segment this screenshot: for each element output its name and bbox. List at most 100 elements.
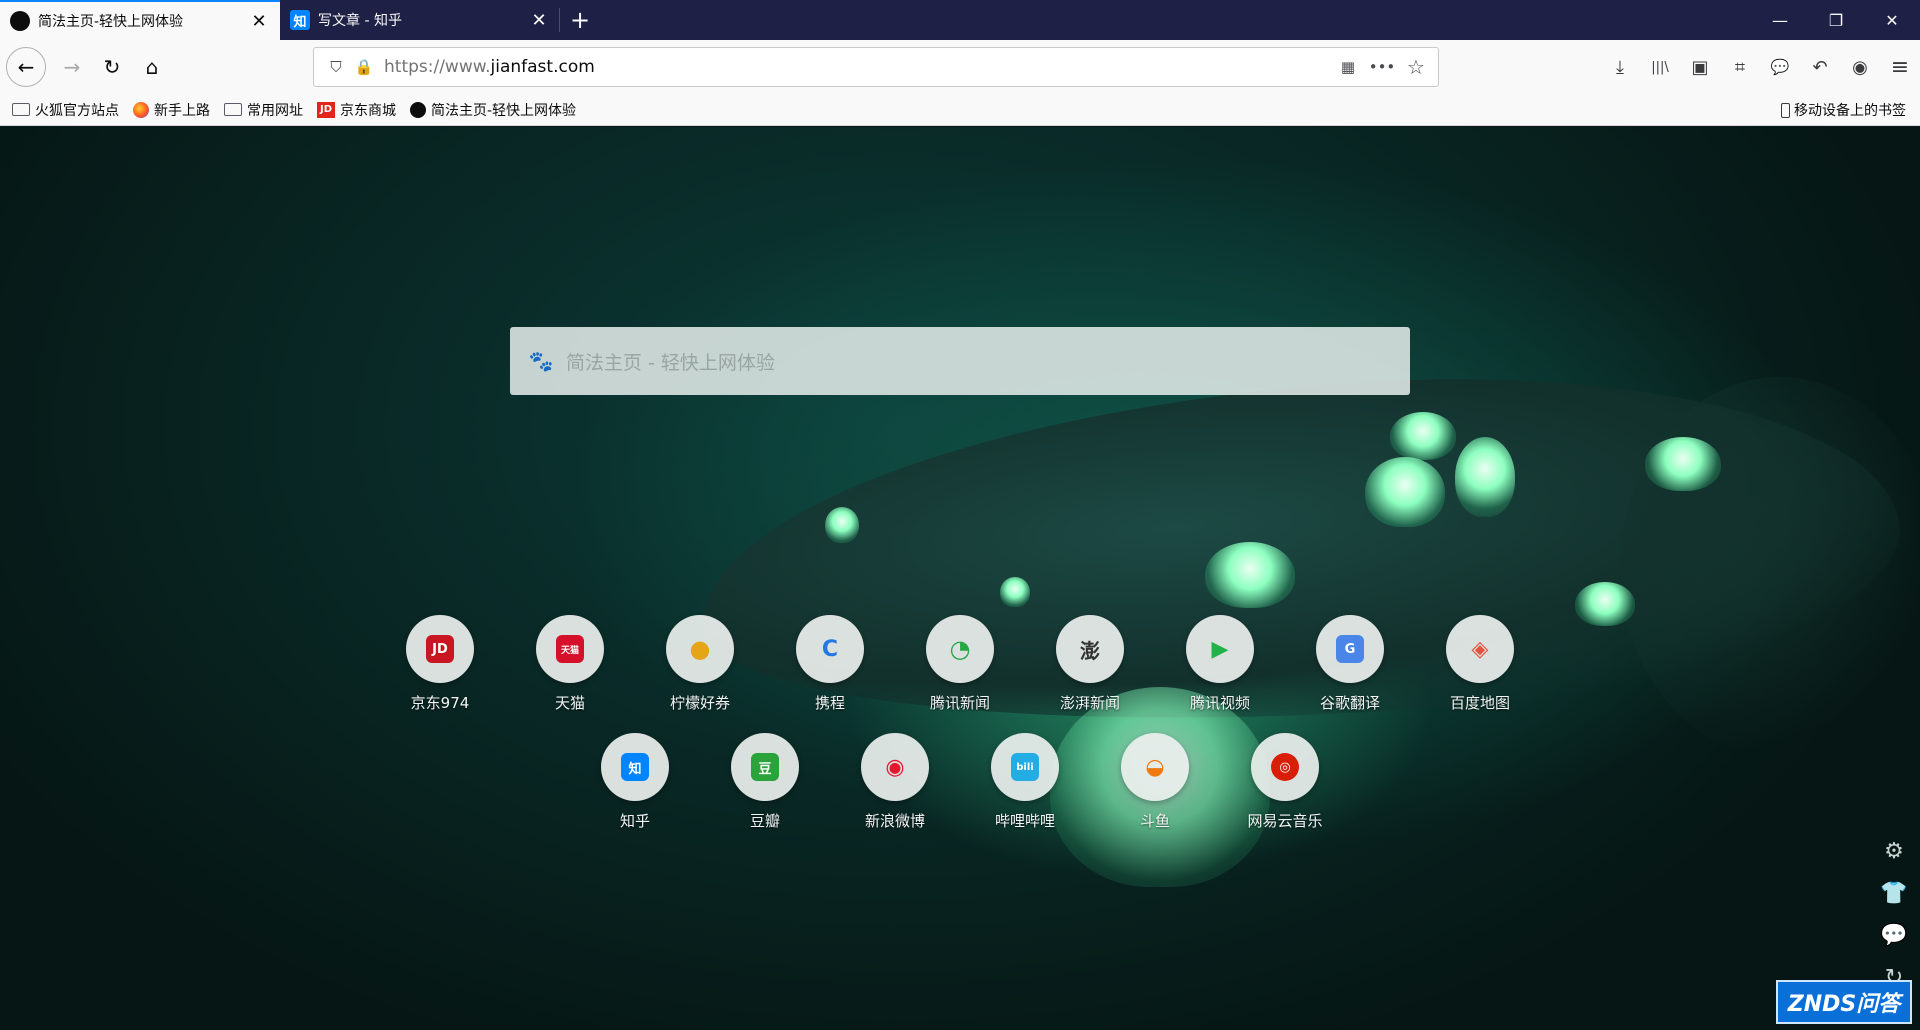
quicklink-baidu-map[interactable]: ◈ 百度地图 [1425,615,1535,713]
search-box[interactable]: 🐾 简法主页 - 轻快上网体验 [510,327,1410,395]
quicklink-label: 豆瓣 [749,812,780,830]
quicklink-qq-video[interactable]: ▶ 腾讯视频 [1165,615,1275,713]
thepaper-icon: 澎 [1080,638,1100,663]
quicklink-netease-music[interactable]: ◎ 网易云音乐 [1230,733,1340,831]
bookmark-star-icon[interactable]: ☆ [1402,53,1430,81]
page-actions-icon[interactable]: ••• [1362,53,1402,81]
quicklink-ningmeng[interactable]: ● 柠檬好券 [645,615,755,713]
bookmark-item[interactable]: 简法主页-轻快上网体验 [410,100,576,120]
tencent-video-icon: ▶ [1211,636,1229,662]
quicklink-circle: ◎ [1251,733,1319,801]
quicklink-circle: ◔ [926,615,994,683]
netease-music-icon: ◎ [1271,753,1299,781]
tencent-news-icon: ◔ [949,635,971,663]
close-icon[interactable]: ✕ [248,10,270,32]
mobile-bookmarks-label: 移动设备上的书签 [1794,103,1906,119]
tab-jianfa[interactable]: 简法主页-轻快上网体验 ✕ [0,0,280,40]
tmall-icon: 天猫 [556,635,584,663]
quicklink-circle: ◈ [1446,615,1514,683]
lemon-icon: ● [689,635,711,663]
page-content: 🐾 简法主页 - 轻快上网体验 JD 京东974 天猫 天猫 ● 柠檬好券 C … [0,127,1920,1030]
tab-zhihu[interactable]: 知 写文章 - 知乎 ✕ [280,0,560,40]
quicklink-label: 携程 [814,694,845,712]
jellyfish-decoration [1390,412,1456,460]
account-icon[interactable]: ◉ [1840,47,1880,87]
zhihu-icon: 知 [290,10,310,30]
bookmark-item[interactable]: 常用网址 [224,100,303,120]
new-tab-button[interactable]: + [560,0,600,40]
screenshot-icon[interactable]: ⌗ [1720,47,1760,87]
sidebar-icon[interactable]: ▣ [1680,47,1720,87]
quicklink-thepaper[interactable]: 澎 澎湃新闻 [1035,615,1145,713]
skin-icon[interactable]: 👕 [1880,879,1908,907]
bookmark-item[interactable]: JD 京东商城 [317,100,396,120]
tab-title: 简法主页-轻快上网体验 [38,14,184,30]
url-domain: jianfast.com [490,57,595,77]
chat-icon[interactable]: 💬 [1760,47,1800,87]
download-icon[interactable]: ⤓ [1600,47,1640,87]
quicklink-douban[interactable]: 豆 豆瓣 [710,733,820,831]
bookmark-item[interactable]: 火狐官方站点 [12,100,119,120]
library-icon[interactable]: |||\ [1640,47,1680,87]
jd-icon: JD [317,101,335,118]
quicklink-circle: ● [666,615,734,683]
quicklink-jd[interactable]: JD 京东974 [385,615,495,713]
quicklink-label: 新浪微博 [864,812,925,830]
address-bar[interactable]: ⛉ 🔒 https://www.jianfast.com ▦ ••• ☆ [313,47,1439,87]
reload-button[interactable]: ↻ [92,47,132,87]
paw-icon: 🐾 [528,349,554,373]
quicklink-circle: ▶ [1186,615,1254,683]
quicklink-circle: ◒ [1121,733,1189,801]
quicklink-label: 京东974 [410,694,470,712]
tab-strip: 简法主页-轻快上网体验 ✕ 知 写文章 - 知乎 ✕ + — ❐ ✕ [0,0,1920,40]
google-translate-icon: G [1336,635,1364,663]
bookmark-label: 新手上路 [154,102,210,119]
jianfa-icon [410,101,426,118]
quicklink-circle: C [796,615,864,683]
minimize-button[interactable]: — [1752,0,1808,40]
zhihu-icon: 知 [621,753,649,781]
url-prefix: https://www. [384,57,491,77]
tab-title: 写文章 - 知乎 [318,13,402,29]
quicklink-google-translate[interactable]: G 谷歌翻译 [1295,615,1405,713]
quicklink-label: 天猫 [554,694,585,712]
mobile-bookmarks[interactable]: 移动设备上的书签 [1781,100,1906,120]
undo-icon[interactable]: ↶ [1800,47,1840,87]
quicklink-ctrip[interactable]: C 携程 [775,615,885,713]
quicklink-label: 网易云音乐 [1247,812,1323,830]
mobile-device-icon [1781,102,1790,118]
shield-icon[interactable]: ⛉ [322,53,350,81]
quicklink-tmall[interactable]: 天猫 天猫 [515,615,625,713]
quicklink-circle: 天猫 [536,615,604,683]
baidu-map-icon: ◈ [1471,636,1489,662]
url-text[interactable]: https://www.jianfast.com [378,57,1334,77]
quicklink-label: 哔哩哔哩 [994,812,1055,830]
quicklink-label: 斗鱼 [1139,812,1170,830]
bookmark-item[interactable]: 新手上路 [133,100,210,120]
quicklink-circle: ◉ [861,733,929,801]
quicklink-circle: 知 [601,733,669,801]
forward-button[interactable]: → [52,47,92,87]
restore-button[interactable]: ❐ [1808,0,1864,40]
close-icon[interactable]: ✕ [528,9,550,31]
folder-icon [12,103,30,116]
quicklink-douyu[interactable]: ◒ 斗鱼 [1100,733,1210,831]
lock-icon[interactable]: 🔒 [350,53,378,81]
quicklink-bilibili[interactable]: bili 哔哩哔哩 [970,733,1080,831]
home-button[interactable]: ⌂ [132,47,172,87]
feedback-icon[interactable]: 💬 [1880,921,1908,949]
back-button[interactable]: ← [6,47,46,87]
quicklink-weibo[interactable]: ◉ 新浪微博 [840,733,950,831]
search-placeholder: 简法主页 - 轻快上网体验 [566,351,775,374]
close-window-button[interactable]: ✕ [1864,0,1920,40]
quicklink-zhihu[interactable]: 知 知乎 [580,733,690,831]
quicklink-qq-news[interactable]: ◔ 腾讯新闻 [905,615,1015,713]
menu-icon[interactable]: ≡ [1880,47,1920,87]
quicklink-label: 柠檬好券 [669,694,730,712]
quicklink-label: 腾讯视频 [1189,694,1250,712]
jellyfish-decoration [1000,577,1030,607]
settings-icon[interactable]: ⚙ [1880,837,1908,865]
jellyfish-decoration [1645,437,1721,491]
folder-icon [224,103,242,116]
qr-code-icon[interactable]: ▦ [1334,53,1362,81]
